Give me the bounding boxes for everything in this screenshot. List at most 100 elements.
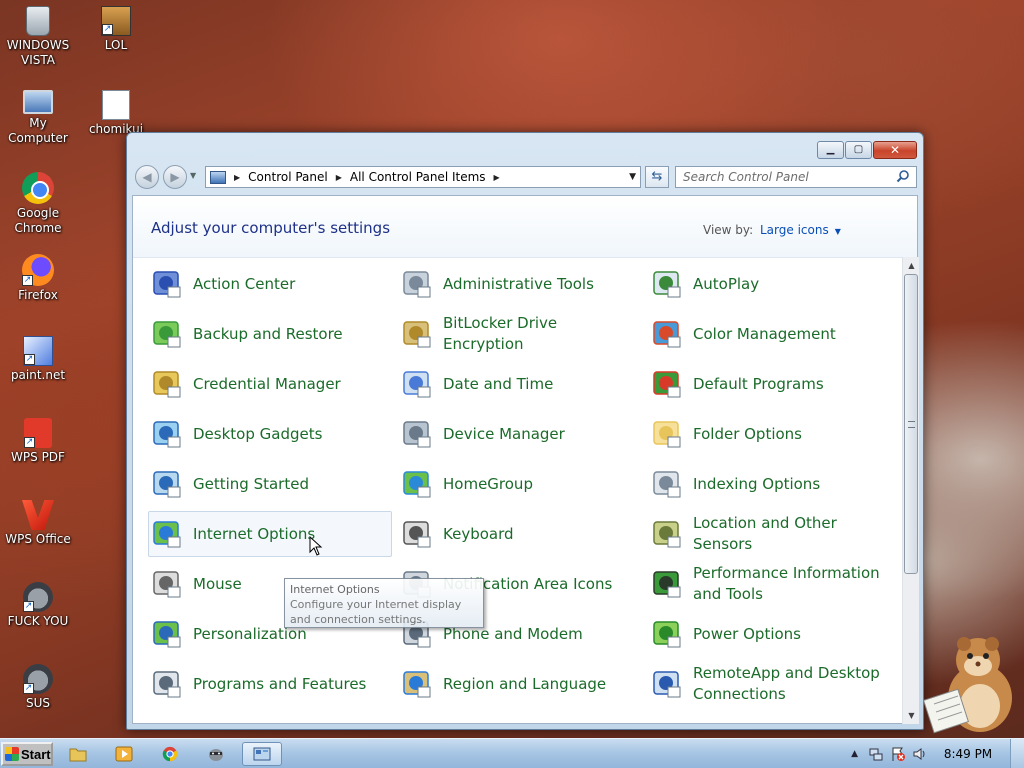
firefox-icon: ↗: [22, 254, 54, 286]
taskbar-media-player[interactable]: [104, 742, 144, 766]
control-panel-item-location-and-other-sensors[interactable]: Location and Other Sensors: [650, 511, 886, 557]
control-panel-item-backup-and-restore[interactable]: Backup and Restore: [150, 311, 386, 357]
taskbar-chrome[interactable]: [150, 742, 190, 766]
refresh-button[interactable]: ⇆: [645, 166, 669, 188]
start-button[interactable]: Start: [1, 742, 53, 766]
desktop-icon-label: WPS PDF: [11, 450, 65, 464]
breadcrumb-arrow-icon[interactable]: ▶: [234, 173, 240, 182]
paint-net-icon: ↗: [23, 336, 53, 366]
homegroup-icon: [400, 467, 434, 501]
control-panel-item-color-management[interactable]: Color Management: [650, 311, 886, 357]
control-panel-item-region-and-language[interactable]: Region and Language: [400, 661, 636, 707]
control-panel-item-default-programs[interactable]: Default Programs: [650, 361, 886, 407]
minimize-button[interactable]: ▁: [817, 141, 844, 159]
control-panel-item-label: AutoPlay: [693, 274, 760, 293]
control-panel-item-folder-options[interactable]: Folder Options: [650, 411, 886, 457]
forward-button[interactable]: ▶: [163, 165, 187, 189]
address-dropdown-icon[interactable]: ▼: [629, 172, 636, 182]
control-panel-item-internet-options[interactable]: Internet Options: [148, 511, 392, 557]
control-panel-item-credential-manager[interactable]: Credential Manager: [150, 361, 386, 407]
volume-icon[interactable]: [912, 746, 928, 762]
network-icon[interactable]: [868, 746, 884, 762]
desktop-icon-sus[interactable]: ↗ SUS: [0, 664, 76, 711]
raccoon-icon: [209, 749, 223, 761]
maximize-button[interactable]: ▢: [845, 141, 872, 159]
desktop-icon-windows-vista[interactable]: WINDOWS VISTA: [0, 6, 76, 68]
control-panel-item-label: Region and Language: [443, 674, 607, 693]
clock[interactable]: 8:49 PM: [934, 747, 1002, 761]
control-panel-item-administrative-tools[interactable]: Administrative Tools: [400, 261, 636, 307]
scroll-down-icon[interactable]: ▼: [903, 707, 920, 724]
control-panel-item-keyboard[interactable]: Keyboard: [400, 511, 636, 557]
control-panel-item-indexing-options[interactable]: Indexing Options: [650, 461, 886, 507]
desktop-icon-my-computer[interactable]: My Computer: [0, 90, 76, 146]
taskbar-explorer[interactable]: [58, 742, 98, 766]
control-panel-item-bitlocker-drive-encryption[interactable]: BitLocker Drive Encryption: [400, 311, 636, 357]
control-panel-item-device-manager[interactable]: Device Manager: [400, 411, 636, 457]
search-input[interactable]: [676, 167, 886, 187]
document-icon: [102, 90, 130, 120]
control-panel-item-date-and-time[interactable]: Date and Time: [400, 361, 636, 407]
desktop-icon-label: FUCK YOU: [7, 614, 69, 628]
chevron-down-icon: ▼: [834, 227, 841, 236]
control-panel-item-power-options[interactable]: Power Options: [650, 611, 886, 657]
control-panel-item-action-center[interactable]: Action Center: [150, 261, 386, 307]
control-panel-item-programs-and-features[interactable]: Programs and Features: [150, 661, 386, 707]
desktop-icon-wps-pdf[interactable]: ↗ WPS PDF: [0, 418, 76, 465]
recent-pages-dropdown-icon[interactable]: ▼: [190, 171, 196, 180]
show-desktop-button[interactable]: [1010, 739, 1024, 768]
address-bar[interactable]: ▶ Control Panel ▶ All Control Panel Item…: [205, 166, 641, 188]
control-panel-item-label: Device Manager: [443, 424, 565, 443]
control-panel-item-getting-started[interactable]: Getting Started: [150, 461, 386, 507]
desktop-gadgets-icon: [150, 417, 184, 451]
desktop-icon-wps-office[interactable]: WPS Office: [0, 500, 76, 547]
control-panel-icon: [253, 747, 271, 761]
vertical-scrollbar[interactable]: ▲ ▼: [902, 257, 919, 724]
search-box[interactable]: [675, 166, 917, 188]
administrative-tools-icon: [400, 267, 434, 301]
calendar-clock-icon: [400, 367, 434, 401]
computer-icon: [23, 90, 53, 114]
windows-logo-icon: [5, 747, 19, 761]
control-panel-item-label: Getting Started: [193, 474, 309, 493]
device-manager-icon: [400, 417, 434, 451]
recycle-bin-icon: [26, 6, 50, 36]
wps-pdf-icon: ↗: [24, 418, 52, 448]
desktop-icon-paint-net[interactable]: ↗ paint.net: [0, 336, 76, 383]
desktop-icon-chomikuj[interactable]: chomikuj: [78, 90, 154, 137]
control-panel-item-autoplay[interactable]: AutoPlay: [650, 261, 886, 307]
scrollbar-thumb[interactable]: [904, 274, 918, 574]
breadcrumb-arrow-icon[interactable]: ▶: [336, 173, 342, 182]
desktop-icon-google-chrome[interactable]: Google Chrome: [0, 172, 76, 236]
desktop-icon-fuck-you[interactable]: ↗ FUCK YOU: [0, 582, 76, 629]
control-panel-item-remoteapp-and-desktop-connections[interactable]: RemoteApp and Desktop Connections: [650, 661, 886, 707]
control-panel-item-desktop-gadgets[interactable]: Desktop Gadgets: [150, 411, 386, 457]
control-panel-item-label: Location and Other Sensors: [693, 514, 837, 553]
control-panel-item-label: Power Options: [693, 624, 801, 643]
control-panel-item-performance-information-and-tools[interactable]: Performance Information and Tools: [650, 561, 886, 607]
control-panel-item-label: Mouse: [193, 574, 242, 593]
system-tray: ▲ 8:49 PM: [851, 739, 1024, 768]
breadcrumb-control-panel[interactable]: Control Panel: [248, 170, 328, 184]
action-center-flag-icon[interactable]: [890, 746, 906, 762]
taskbar-control-panel[interactable]: [242, 742, 282, 766]
breadcrumb-arrow-icon[interactable]: ▶: [494, 173, 500, 182]
hamster-pet-icon: [922, 637, 1012, 734]
search-icon[interactable]: [896, 169, 910, 183]
control-panel-item-label: BitLocker Drive Encryption: [443, 314, 558, 353]
breadcrumb-all-items[interactable]: All Control Panel Items: [350, 170, 486, 184]
scroll-up-icon[interactable]: ▲: [903, 257, 920, 274]
view-by-dropdown[interactable]: Large icons ▼: [760, 223, 841, 237]
folder-options-icon: [650, 417, 684, 451]
indexing-magnifier-icon: [650, 467, 684, 501]
taskbar-raccoon-app[interactable]: [196, 742, 236, 766]
back-button[interactable]: ◀: [135, 165, 159, 189]
desktop-icon-label: WPS Office: [5, 532, 71, 546]
desktop-icon-firefox[interactable]: ↗ Firefox: [0, 254, 76, 303]
show-hidden-icons-icon[interactable]: ▲: [851, 749, 858, 759]
media-player-icon: [115, 746, 133, 762]
control-panel-item-homegroup[interactable]: HomeGroup: [400, 461, 636, 507]
power-battery-icon: [650, 617, 684, 651]
close-button[interactable]: ✕: [873, 141, 917, 159]
desktop-icon-lol[interactable]: ↗ LOL: [78, 6, 154, 53]
